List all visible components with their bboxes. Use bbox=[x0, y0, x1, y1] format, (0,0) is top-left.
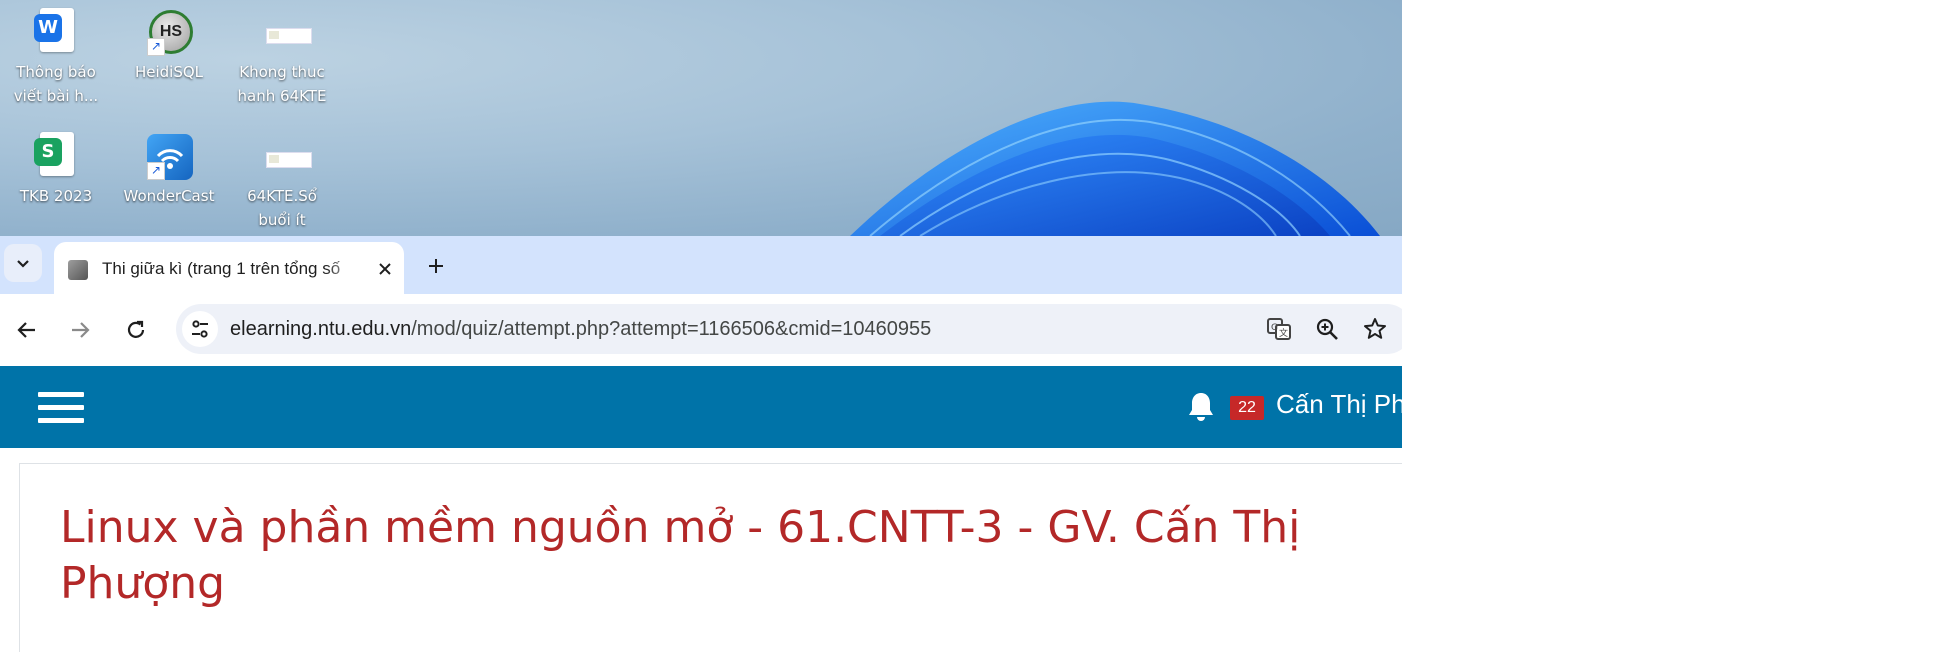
zoom-in-icon bbox=[1316, 318, 1338, 340]
forward-button[interactable] bbox=[62, 312, 98, 348]
wps-writer-doc-icon: W bbox=[34, 8, 74, 52]
back-button[interactable] bbox=[9, 312, 45, 348]
menu-toggle-button[interactable] bbox=[38, 388, 84, 426]
translate-button[interactable]: G 文 bbox=[1264, 314, 1294, 344]
bell-icon bbox=[1189, 393, 1213, 421]
page-title: Linux và phần mềm nguồn mở - 61.CNTT-3 -… bbox=[60, 502, 1301, 609]
image-thumbnail-icon bbox=[266, 28, 312, 44]
wps-spreadsheet-doc-icon: S bbox=[34, 132, 74, 176]
desktop-icon-label: TKB 2023 bbox=[19, 187, 93, 205]
close-icon bbox=[379, 263, 391, 275]
new-tab-button[interactable] bbox=[420, 250, 452, 282]
blank-area bbox=[1402, 0, 1943, 652]
tab-title: Thi giữa kì (trang 1 trên tổng số bbox=[102, 259, 341, 278]
desktop-icon-label: WonderCast bbox=[123, 187, 215, 205]
svg-text:文: 文 bbox=[1279, 327, 1288, 339]
tab-close-button[interactable] bbox=[372, 256, 398, 282]
image-thumbnail-icon bbox=[266, 152, 312, 168]
chevron-down-icon bbox=[17, 260, 29, 268]
star-icon bbox=[1364, 318, 1386, 339]
tab-search-button[interactable] bbox=[4, 244, 42, 282]
desktop-icon-tkb-2023[interactable]: S TKB 2023 bbox=[6, 124, 106, 208]
menu-icon bbox=[38, 392, 84, 397]
desktop-icon-label: Thông báo viết bài h... bbox=[13, 63, 99, 105]
desktop-icon-label: 64KTE.Sổ buổi ít bbox=[247, 187, 317, 229]
desktop-icon-label: HeidiSQL bbox=[134, 63, 204, 81]
url-host: elearning.ntu.edu.vn bbox=[230, 318, 412, 340]
desktop-background: W Thông báo viết bài h... HS ↗ HeidiSQL … bbox=[0, 0, 1402, 236]
shortcut-arrow-icon: ↗ bbox=[147, 38, 165, 56]
reload-button[interactable] bbox=[118, 312, 154, 348]
url-text: elearning.ntu.edu.vn/mod/quiz/attempt.ph… bbox=[230, 304, 931, 354]
site-favicon-icon bbox=[68, 260, 88, 280]
browser-tab-strip: Thi giữa kì (trang 1 trên tổng số bbox=[0, 236, 1402, 294]
browser-toolbar: elearning.ntu.edu.vn/mod/quiz/attempt.ph… bbox=[0, 294, 1402, 366]
desktop-icon-thong-bao[interactable]: W Thông báo viết bài h... bbox=[6, 0, 106, 108]
address-bar[interactable]: elearning.ntu.edu.vn/mod/quiz/attempt.ph… bbox=[176, 304, 1402, 354]
bookmark-button[interactable] bbox=[1360, 314, 1390, 344]
desktop-icon-label: Khong thuc hanh 64KTE bbox=[237, 63, 327, 105]
zoom-button[interactable] bbox=[1312, 314, 1342, 344]
notifications-button[interactable] bbox=[1186, 390, 1216, 424]
translate-icon: G 文 bbox=[1267, 318, 1291, 340]
shortcut-arrow-icon: ↗ bbox=[147, 162, 165, 180]
svg-text:G: G bbox=[1271, 323, 1278, 333]
tune-icon bbox=[192, 320, 208, 338]
desktop-icon-wondercast[interactable]: ↗ WonderCast bbox=[119, 124, 219, 208]
plus-icon bbox=[429, 259, 443, 273]
desktop-icon-heidisql[interactable]: HS ↗ HeidiSQL bbox=[119, 0, 219, 84]
arrow-right-icon bbox=[72, 322, 90, 338]
user-menu[interactable]: Cấn Thị Phượng bbox=[1276, 366, 1402, 448]
site-info-button[interactable] bbox=[182, 311, 218, 347]
arrow-left-icon bbox=[17, 322, 35, 338]
tab-quiz-attempt[interactable]: Thi giữa kì (trang 1 trên tổng số bbox=[54, 242, 404, 294]
notification-count-badge: 22 bbox=[1230, 396, 1264, 420]
reload-icon bbox=[127, 320, 145, 338]
site-navbar: 22 Cấn Thị Phượng bbox=[0, 366, 1402, 448]
desktop-icon-khong-thuc-hanh[interactable]: Khong thuc hanh 64KTE bbox=[232, 0, 332, 108]
desktop-icon-64kte[interactable]: 64KTE.Sổ buổi ít bbox=[232, 124, 332, 232]
url-path: /mod/quiz/attempt.php?attempt=1166506&cm… bbox=[411, 318, 932, 340]
